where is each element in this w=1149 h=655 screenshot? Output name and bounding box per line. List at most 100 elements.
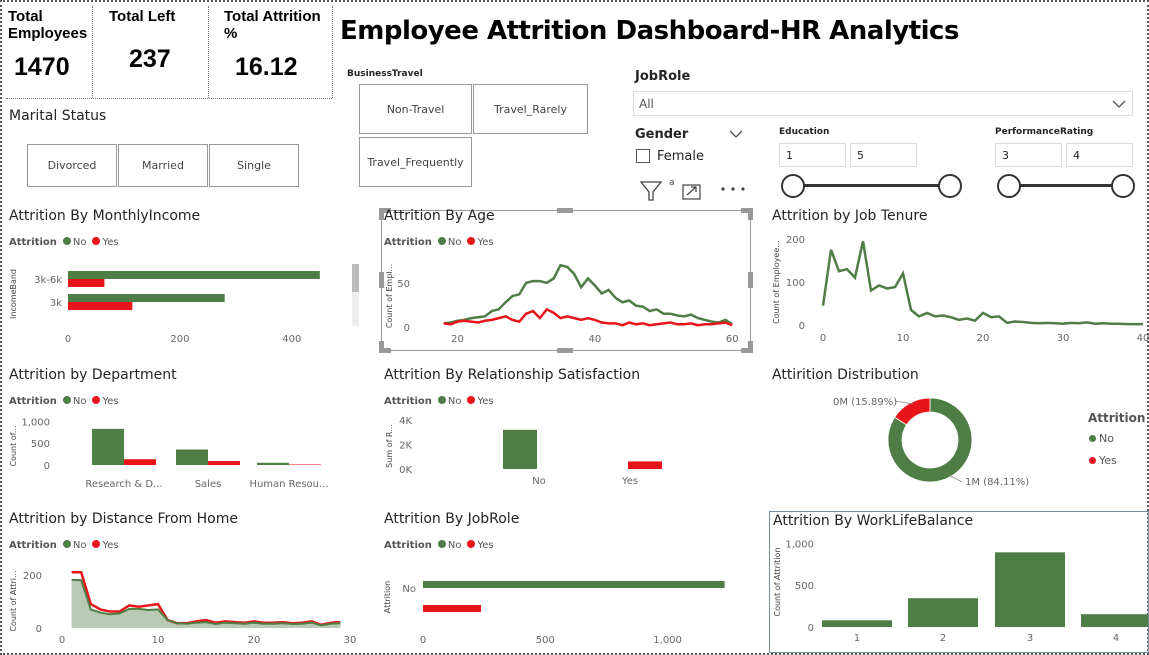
- slicer-option-divorced[interactable]: Divorced: [27, 144, 117, 187]
- x-tick-label: 0: [65, 334, 71, 345]
- performance-rating-max-input[interactable]: 4: [1066, 143, 1133, 167]
- slicer-option-married[interactable]: Married: [118, 144, 208, 187]
- more-options-icon[interactable]: [720, 185, 746, 193]
- filter-icon[interactable]: [639, 179, 663, 203]
- scrollbar-thumb[interactable]: [352, 264, 359, 292]
- legend-label-yes: Yes: [477, 540, 494, 551]
- category-label: Yes: [621, 476, 638, 487]
- distribution-title: Attirition Distribution: [772, 367, 919, 383]
- y-tick-label: 200: [786, 235, 805, 246]
- y-axis-title: Count of Empl...: [385, 264, 394, 328]
- legend-title: Attrition: [384, 237, 432, 248]
- bar: [995, 552, 1065, 627]
- slicer-option-non-travel[interactable]: Non-Travel: [359, 84, 472, 134]
- kpi-total-employees-value: 1470: [14, 53, 70, 81]
- legend-dot-no: [62, 540, 71, 548]
- y-tick-label: 50: [397, 279, 410, 290]
- bar-yes: [208, 460, 240, 465]
- legend-label-no: No: [72, 396, 87, 407]
- legend-dot-yes: [467, 396, 476, 404]
- bar-yes: [289, 464, 321, 465]
- female-option-label: Female: [657, 149, 705, 164]
- distribution-legend-item-yes: Yes: [1089, 454, 1117, 467]
- resize-handle[interactable]: [748, 341, 753, 353]
- tenure-title: Attrition by Job Tenure: [772, 208, 928, 224]
- y-axis-title: IncomeBand: [9, 269, 18, 319]
- resize-handle[interactable]: [748, 272, 753, 288]
- slicer-option-travel-frequently[interactable]: Travel_Frequently: [359, 137, 472, 187]
- marital-status-title: Marital Status: [9, 108, 107, 124]
- kpi-total-attrition-value: 16.12: [235, 53, 298, 81]
- x-tick-label: 1: [854, 633, 860, 644]
- education-min-input[interactable]: 1: [779, 143, 846, 167]
- bar: [908, 598, 978, 627]
- job-role-dropdown[interactable]: All: [633, 91, 1133, 116]
- x-tick-label: 40: [1137, 333, 1149, 344]
- performance-rating-slider-min-handle[interactable]: [997, 174, 1021, 198]
- resize-handle[interactable]: [557, 208, 573, 213]
- education-slider-max-handle[interactable]: [938, 174, 962, 198]
- bar-no: [257, 462, 289, 465]
- series-line-yes: [443, 307, 733, 327]
- performance-rating-slider-max-handle[interactable]: [1111, 174, 1135, 198]
- legend-dot-no: [1089, 435, 1096, 442]
- x-tick-label: 0: [59, 635, 65, 646]
- female-checkbox[interactable]: [636, 149, 650, 163]
- category-label: Sales: [195, 479, 222, 490]
- resize-handle[interactable]: [748, 208, 753, 220]
- bar-yes: [68, 279, 105, 287]
- x-tick-label: 1,000: [653, 635, 682, 646]
- slicer-option-travel-rarely[interactable]: Travel_Rarely: [473, 84, 588, 134]
- education-slider-track: [794, 184, 950, 187]
- distance-title: Attrition by Distance From Home: [9, 511, 238, 527]
- x-tick-label: 20: [248, 635, 261, 646]
- department-title: Attrition by Department: [9, 367, 177, 383]
- y-tick-label: 1,000: [21, 417, 50, 428]
- worklife-title: Attrition By WorkLifeBalance: [773, 513, 974, 529]
- legend-item-yes: Yes: [467, 237, 494, 248]
- legend-item-yes: Yes: [467, 540, 494, 551]
- category-label: No: [532, 476, 546, 487]
- chevron-down-icon[interactable]: [729, 129, 743, 139]
- y-tick-label: 100: [786, 278, 805, 289]
- y-tick-label: 200: [23, 571, 42, 582]
- category-label: 3k-6k: [34, 275, 62, 286]
- legend-item-no: No: [437, 237, 461, 248]
- department-chart: Research & D... Sales Human Resou... 0 500 1,…: [9, 417, 329, 490]
- monthly-income-legend: Attrition No Yes: [9, 237, 119, 248]
- jobrole-title: Attrition By JobRole: [384, 511, 520, 527]
- performance-rating-title: PerformanceRating: [995, 127, 1094, 137]
- visual-header-glyph: a: [669, 178, 675, 188]
- kpi-total-left-label: Total Left: [109, 8, 176, 25]
- series-line-no: [821, 240, 1143, 326]
- focus-mode-icon[interactable]: [681, 181, 703, 201]
- y-axis-title: Count of...: [9, 425, 18, 466]
- education-slider-min-handle[interactable]: [781, 174, 805, 198]
- bar-no: [92, 428, 124, 465]
- legend-item-no: No: [62, 237, 86, 248]
- legend-label-no: No: [72, 540, 87, 551]
- donut-label-yes: 0M (15.89%): [833, 397, 897, 408]
- kpi-divider: [92, 6, 93, 98]
- bar-no: [423, 581, 725, 588]
- education-max-input[interactable]: 5: [850, 143, 917, 167]
- x-tick-label: 0: [820, 333, 826, 344]
- legend-dot-yes: [467, 237, 476, 245]
- legend-title: Attrition: [9, 396, 57, 407]
- bar-yes: [124, 459, 156, 465]
- x-tick-label: 4: [1113, 633, 1119, 644]
- x-tick-label: 200: [170, 334, 189, 345]
- performance-rating-min-input[interactable]: 3: [995, 143, 1062, 167]
- series-line-no: [443, 263, 733, 326]
- relationship-title: Attrition By Relationship Satisfaction: [384, 367, 641, 383]
- legend-item-no: No: [62, 540, 87, 551]
- distribution-legend-item-no: No: [1089, 432, 1114, 445]
- legend-title: Attrition: [9, 237, 57, 248]
- y-tick-label: 0: [808, 623, 814, 634]
- kpi-bottom-divider: [6, 98, 332, 99]
- bar-no: [68, 294, 225, 302]
- bar-no: [503, 429, 537, 469]
- category-label: 3k: [50, 298, 62, 309]
- slicer-option-single[interactable]: Single: [209, 144, 299, 187]
- bar: [1081, 614, 1148, 627]
